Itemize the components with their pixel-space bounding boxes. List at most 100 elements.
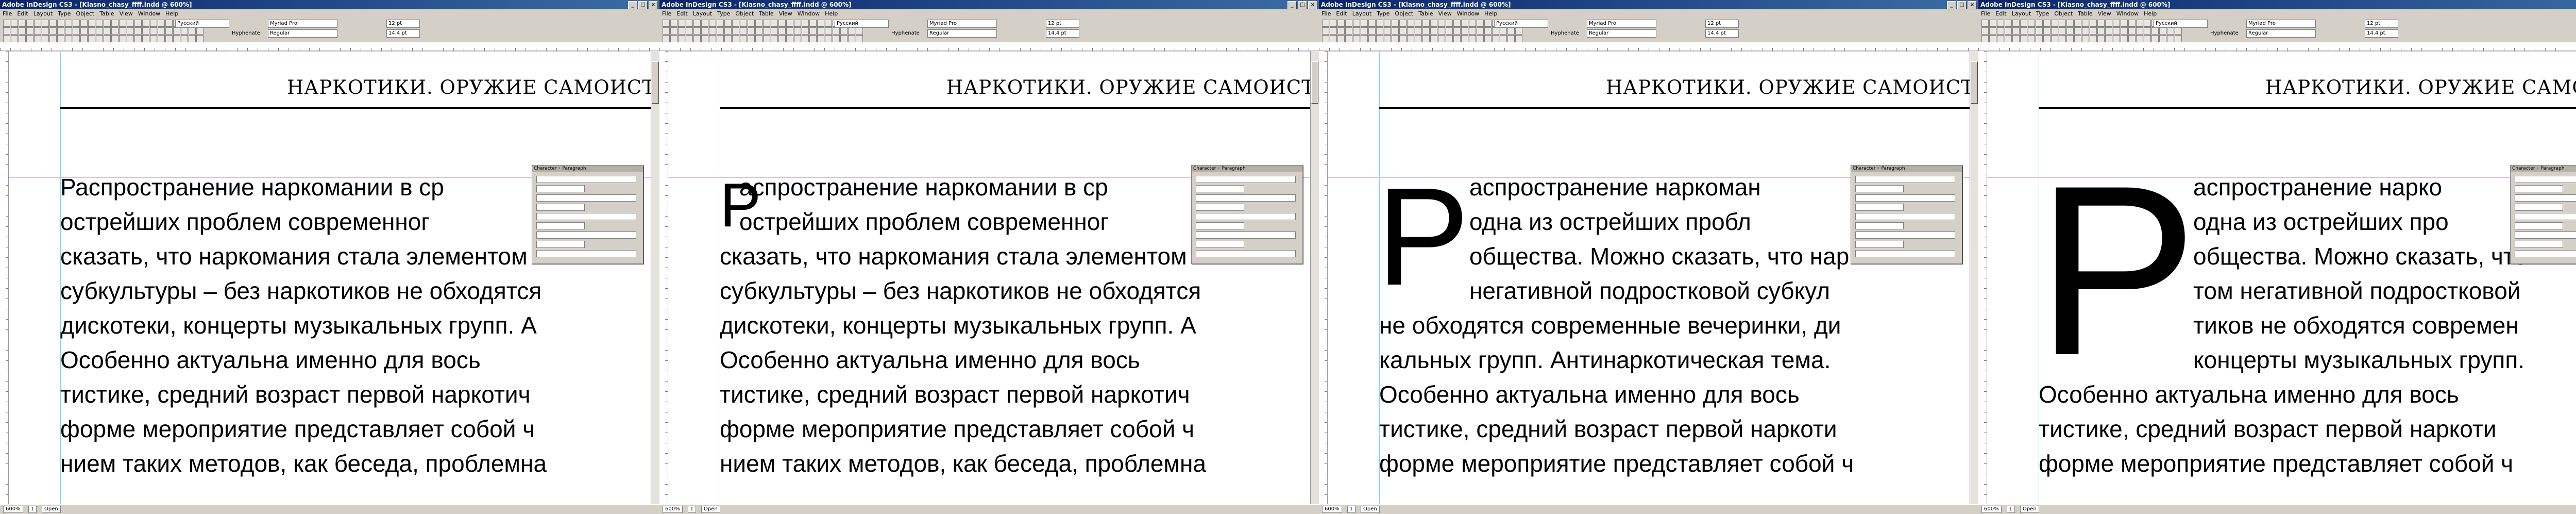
control-icon[interactable] <box>748 27 755 35</box>
control-icon[interactable] <box>2074 27 2081 35</box>
control-icon[interactable] <box>34 27 41 35</box>
control-icon[interactable] <box>2059 20 2066 27</box>
control-icon[interactable] <box>809 20 817 27</box>
zoom-field[interactable]: 600% <box>1981 506 2002 513</box>
control-icon[interactable] <box>88 35 95 42</box>
control-icon[interactable] <box>2020 27 2027 35</box>
panel-field[interactable] <box>1196 213 1296 220</box>
control-icon[interactable] <box>1392 35 1399 42</box>
control-icon[interactable] <box>802 20 809 27</box>
drop-cap[interactable]: Р <box>2036 150 2198 392</box>
control-icon[interactable] <box>11 20 18 27</box>
control-icon[interactable] <box>1399 20 1406 27</box>
control-icon[interactable] <box>119 35 126 42</box>
maximize-button[interactable]: □ <box>638 1 648 9</box>
control-icon[interactable] <box>80 35 88 42</box>
font-size-field[interactable]: 12 pt <box>1705 20 1739 28</box>
panel-field[interactable] <box>1196 250 1296 257</box>
control-icon[interactable] <box>848 27 855 35</box>
control-icon[interactable] <box>1981 20 1989 27</box>
drop-cap[interactable]: Р <box>1377 168 1469 307</box>
control-icon[interactable] <box>111 27 118 35</box>
control-icon[interactable] <box>1392 27 1399 35</box>
control-icon[interactable] <box>142 35 149 42</box>
control-icon[interactable] <box>1361 35 1368 42</box>
panel-field[interactable] <box>1196 241 1244 248</box>
control-icon[interactable] <box>134 35 142 42</box>
control-icon[interactable] <box>856 35 863 42</box>
menu-file[interactable]: File <box>1319 10 1333 17</box>
panel-field[interactable] <box>536 241 585 248</box>
control-icon[interactable] <box>1322 35 1329 42</box>
leading-field[interactable]: 14.4 pt <box>1705 29 1739 38</box>
maximize-button[interactable]: □ <box>1298 1 1307 9</box>
page-number-field[interactable]: 1 <box>2006 506 2015 513</box>
control-icon[interactable] <box>2059 27 2066 35</box>
control-icon[interactable] <box>73 20 80 27</box>
panel-field[interactable] <box>536 231 636 239</box>
menu-edit[interactable]: Edit <box>674 10 690 17</box>
control-icon[interactable] <box>134 20 142 27</box>
control-icon[interactable] <box>755 20 762 27</box>
control-icon[interactable] <box>127 20 134 27</box>
control-icon[interactable] <box>1453 27 1461 35</box>
control-icon[interactable] <box>65 20 72 27</box>
control-icon[interactable] <box>2082 35 2089 42</box>
control-icon[interactable] <box>173 35 180 42</box>
control-icon[interactable] <box>817 27 824 35</box>
control-icon[interactable] <box>1492 27 1499 35</box>
control-icon[interactable] <box>1484 27 1492 35</box>
control-icon[interactable] <box>2059 35 2066 42</box>
control-icon[interactable] <box>2012 20 2020 27</box>
control-icon[interactable] <box>34 35 41 42</box>
control-icon[interactable] <box>2082 27 2089 35</box>
control-icon[interactable] <box>2043 20 2050 27</box>
control-icon[interactable] <box>1368 35 1376 42</box>
control-icon[interactable] <box>3 35 10 42</box>
character-panel[interactable]: Character ◦ Paragraph <box>1191 165 1303 264</box>
control-icon[interactable] <box>73 35 80 42</box>
font-size-field[interactable]: 12 pt <box>1046 20 1079 28</box>
panel-field[interactable] <box>536 194 636 202</box>
control-icon[interactable] <box>2043 27 2050 35</box>
control-icon[interactable] <box>2074 35 2081 42</box>
control-icon[interactable] <box>686 20 693 27</box>
control-icon[interactable] <box>2144 20 2151 27</box>
control-icon[interactable] <box>771 27 778 35</box>
panel-field[interactable] <box>2515 213 2576 220</box>
control-icon[interactable] <box>1345 35 1352 42</box>
font-family-field[interactable]: Myriad Pro <box>1587 20 1656 28</box>
control-icon[interactable] <box>2090 20 2097 27</box>
control-icon[interactable] <box>1446 20 1453 27</box>
control-icon[interactable] <box>2051 20 2058 27</box>
panel-field[interactable] <box>536 185 585 192</box>
control-icon[interactable] <box>1469 27 1476 35</box>
control-icon[interactable] <box>134 27 142 35</box>
control-icon[interactable] <box>693 27 701 35</box>
panel-title[interactable]: Character ◦ Paragraph <box>1851 165 1962 172</box>
control-icon[interactable] <box>763 20 770 27</box>
panel-field[interactable] <box>536 176 636 183</box>
control-icon[interactable] <box>2066 35 2074 42</box>
language-field[interactable]: Русский <box>835 20 889 28</box>
panel-field[interactable] <box>536 204 585 211</box>
control-icon[interactable] <box>2128 27 2136 35</box>
control-icon[interactable] <box>2144 27 2151 35</box>
panel-field[interactable] <box>1196 194 1296 202</box>
control-icon[interactable] <box>833 27 840 35</box>
control-icon[interactable] <box>11 35 18 42</box>
control-icon[interactable] <box>802 27 809 35</box>
control-icon[interactable] <box>111 20 118 27</box>
control-icon[interactable] <box>2113 35 2120 42</box>
menu-view[interactable]: View <box>117 10 135 17</box>
menu-file[interactable]: File <box>1978 10 1993 17</box>
control-icon[interactable] <box>2121 27 2128 35</box>
control-icon[interactable] <box>2159 35 2166 42</box>
menu-layout[interactable]: Layout <box>31 10 55 17</box>
control-icon[interactable] <box>1507 27 1515 35</box>
panel-field[interactable] <box>2515 204 2563 211</box>
control-icon[interactable] <box>2090 27 2097 35</box>
panel-field[interactable] <box>1855 241 1904 248</box>
control-icon[interactable] <box>1376 20 1383 27</box>
menu-table[interactable]: Table <box>2075 10 2095 17</box>
